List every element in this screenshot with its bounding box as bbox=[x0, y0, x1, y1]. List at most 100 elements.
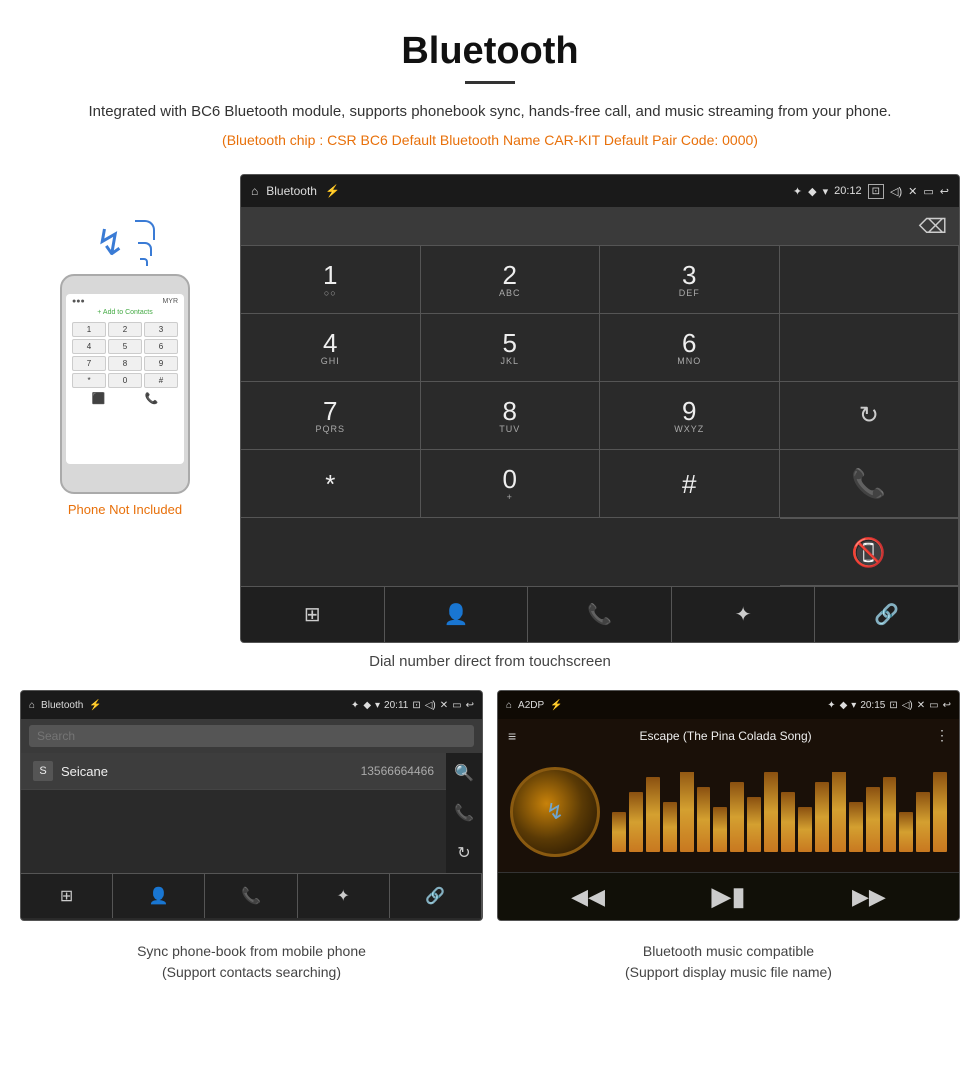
music-bar bbox=[663, 802, 677, 852]
music-bar bbox=[680, 772, 694, 852]
pb-phone-icon[interactable]: 📞 bbox=[454, 803, 474, 823]
pb-bt-icon: ✦ bbox=[351, 700, 359, 711]
phone-key-3: 3 bbox=[144, 322, 178, 337]
music-bt-overlay-icon: ↯ bbox=[546, 799, 564, 825]
camera-icon: ⊡ bbox=[868, 184, 884, 199]
dial-key-5[interactable]: 5 JKL bbox=[421, 314, 601, 382]
pb-link-icon[interactable]: 🔗 bbox=[390, 874, 482, 918]
phone-add-contacts: + Add to Contacts bbox=[97, 309, 152, 316]
music-next-icon[interactable]: ▶▶ bbox=[852, 884, 886, 910]
music-menu-icon[interactable]: ≡ bbox=[508, 728, 516, 744]
dialpad-phone-icon[interactable]: 📞 bbox=[528, 587, 672, 642]
dial-sub-3: DEF bbox=[679, 288, 700, 298]
dial-key-2[interactable]: 2 ABC bbox=[421, 246, 601, 314]
dial-call-green[interactable]: 📞 bbox=[780, 450, 960, 518]
dialpad-link-icon[interactable]: 🔗 bbox=[815, 587, 959, 642]
music-equalizer-bars bbox=[612, 772, 947, 852]
android-dial-screen: ⌂ Bluetooth ⚡ ✦ ◆ ▾ 20:12 ⊡ ◁) ✕ ▭ ↩ ⌫ bbox=[240, 174, 960, 643]
page-header: Bluetooth Integrated with BC6 Bluetooth … bbox=[0, 0, 980, 164]
pb-close-icon: ✕ bbox=[440, 700, 448, 711]
dial-reload[interactable]: ↻ bbox=[780, 382, 960, 450]
pb-contact-row: S Seicane 13566664466 bbox=[21, 753, 446, 790]
call-green-icon: 📞 bbox=[851, 467, 886, 500]
location-icon: ◆ bbox=[808, 185, 816, 198]
wifi-icon: ▾ bbox=[823, 185, 829, 198]
dial-key-1[interactable]: 1 ○○ bbox=[241, 246, 421, 314]
dial-key-hash[interactable]: # bbox=[600, 450, 780, 518]
pb-call-icon[interactable]: 📞 bbox=[205, 874, 297, 918]
dial-sub-1: ○○ bbox=[324, 288, 337, 298]
music-bar bbox=[747, 797, 761, 852]
phone-carrier: MYR bbox=[162, 298, 178, 305]
music-bar bbox=[764, 772, 778, 852]
music-camera-icon: ⊡ bbox=[889, 700, 897, 711]
music-statusbar: ⌂ A2DP ⚡ ✦ ◆ ▾ 20:15 ⊡ ◁) ✕ ▭ ↩ bbox=[498, 691, 959, 719]
dial-display: ⌫ bbox=[241, 207, 959, 245]
phone-mockup: ●●● MYR + Add to Contacts 1 2 3 4 5 6 7 … bbox=[60, 274, 190, 494]
dial-num-3: 3 bbox=[682, 262, 696, 288]
dial-num-0: 0 bbox=[503, 466, 517, 492]
volume-icon: ◁) bbox=[890, 185, 902, 198]
pb-search-icon[interactable]: 🔍 bbox=[454, 763, 474, 783]
dial-key-3[interactable]: 3 DEF bbox=[600, 246, 780, 314]
endcall-row: 📵 bbox=[241, 518, 959, 586]
music-prev-icon[interactable]: ◀◀ bbox=[571, 884, 605, 910]
music-statusbar-right: ✦ ◆ ▾ 20:15 ⊡ ◁) ✕ ▭ ↩ bbox=[827, 700, 951, 711]
dial-key-star[interactable]: * bbox=[241, 450, 421, 518]
pb-time: 20:11 bbox=[384, 700, 408, 711]
pb-bt-bottom-icon[interactable]: ✦ bbox=[298, 874, 390, 918]
pb-app-name: Bluetooth bbox=[41, 700, 83, 711]
dial-caption: Dial number direct from touchscreen bbox=[0, 653, 980, 670]
phonebook-screen: ⌂ Bluetooth ⚡ ✦ ◆ ▾ 20:11 ⊡ ◁) ✕ ▭ ↩ bbox=[20, 690, 483, 921]
dialpad-grid-icon[interactable]: ⊞ bbox=[241, 587, 385, 642]
pb-user-icon[interactable]: 👤 bbox=[113, 874, 205, 918]
pb-vol-icon: ◁) bbox=[425, 700, 436, 711]
phone-key-star: * bbox=[72, 373, 106, 388]
pb-search-input[interactable] bbox=[29, 725, 474, 747]
music-caption-line1: Bluetooth music compatible bbox=[643, 943, 814, 959]
lower-row: ⌂ Bluetooth ⚡ ✦ ◆ ▾ 20:11 ⊡ ◁) ✕ ▭ ↩ bbox=[20, 690, 960, 921]
pb-search-bar bbox=[21, 719, 482, 753]
dial-key-4[interactable]: 4 GHI bbox=[241, 314, 421, 382]
music-home-icon: ⌂ bbox=[506, 700, 512, 711]
dial-call-red[interactable]: 📵 bbox=[780, 518, 960, 586]
statusbar-left: ⌂ Bluetooth ⚡ bbox=[251, 184, 340, 198]
dial-num-star: * bbox=[325, 471, 335, 497]
pb-grid-icon[interactable]: ⊞ bbox=[21, 874, 113, 918]
music-vol-icon: ◁) bbox=[902, 700, 913, 711]
backspace-icon[interactable]: ⌫ bbox=[919, 214, 947, 239]
pb-contact-number: 13566664466 bbox=[361, 764, 434, 778]
phone-key-9: 9 bbox=[144, 356, 178, 371]
dial-num-5: 5 bbox=[503, 330, 517, 356]
music-close-icon: ✕ bbox=[917, 700, 925, 711]
signal-arc-3 bbox=[135, 220, 155, 240]
music-statusbar-left: ⌂ A2DP ⚡ bbox=[506, 700, 563, 711]
dial-key-7[interactable]: 7 PQRS bbox=[241, 382, 421, 450]
dial-key-0[interactable]: 0 + bbox=[421, 450, 601, 518]
pb-contact-letter: S bbox=[33, 761, 53, 781]
phone-key-6: 6 bbox=[144, 339, 178, 354]
music-album-art: ↯ bbox=[510, 767, 600, 857]
dialpad-contacts-icon[interactable]: 👤 bbox=[385, 587, 529, 642]
phone-keypad: 1 2 3 4 5 6 7 8 9 * 0 # bbox=[72, 322, 178, 388]
pb-right-icons: 🔍 📞 ↻ bbox=[446, 753, 482, 873]
page-title: Bluetooth bbox=[60, 30, 920, 73]
dial-key-8[interactable]: 8 TUV bbox=[421, 382, 601, 450]
music-bar bbox=[849, 802, 863, 852]
lower-captions: Sync phone-book from mobile phone (Suppo… bbox=[20, 941, 960, 983]
pb-statusbar-left: ⌂ Bluetooth ⚡ bbox=[29, 700, 102, 711]
music-back-icon: ↩ bbox=[943, 700, 951, 711]
pb-refresh-icon[interactable]: ↻ bbox=[457, 843, 470, 863]
music-content: ↯ bbox=[498, 752, 959, 872]
dial-key-6[interactable]: 6 MNO bbox=[600, 314, 780, 382]
music-more-icon[interactable]: ⋮ bbox=[935, 727, 949, 744]
phone-end-btn: ⬛ bbox=[92, 392, 106, 405]
dial-key-9[interactable]: 9 WXYZ bbox=[600, 382, 780, 450]
music-play-pause-icon[interactable]: ▶▮ bbox=[711, 881, 745, 912]
music-bar bbox=[730, 782, 744, 852]
dial-num-4: 4 bbox=[323, 330, 337, 356]
phonebook-caption: Sync phone-book from mobile phone (Suppo… bbox=[20, 941, 483, 983]
pb-location-icon: ◆ bbox=[363, 700, 371, 711]
music-bar bbox=[798, 807, 812, 852]
dialpad-bt-icon[interactable]: ✦ bbox=[672, 587, 816, 642]
